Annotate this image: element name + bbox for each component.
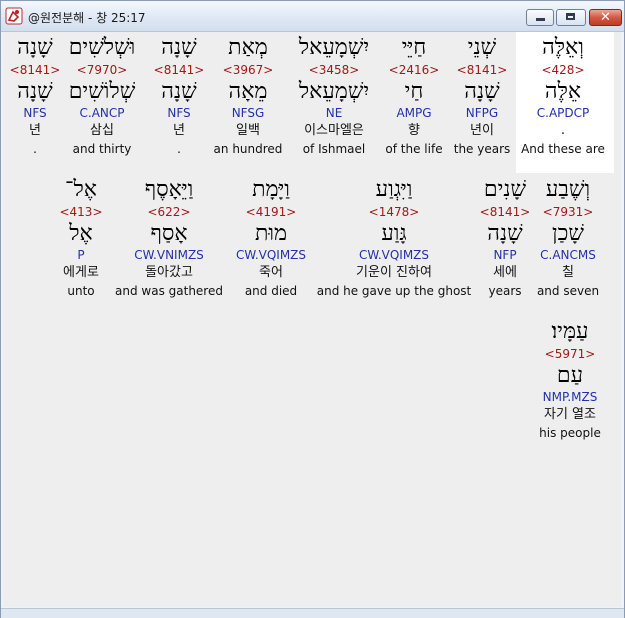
window-title: @원전분해 - 창 25:17 [28, 11, 146, 25]
close-icon: ✕ [600, 10, 611, 25]
app-window: @원전분해 - 창 25:17 ✕ וְאֵלֶּה <428> אֵלֶּה C.A… [0, 0, 625, 618]
word-column[interactable]: אֶל־ <413> אֶל P 에게로 unto [3, 177, 171, 299]
morphology-code: P [77, 248, 85, 262]
close-button[interactable]: ✕ [589, 9, 622, 26]
maximize-button[interactable] [556, 9, 586, 26]
maximize-icon [566, 13, 575, 20]
hebrew-word: אֶל־ [65, 177, 97, 202]
word-column[interactable]: עַמָּיו׃ <5971> עַם NMP.MZS 자기 열조 his people [480, 319, 621, 441]
status-bar [1, 608, 624, 618]
interlinear-panel[interactable]: וְאֵלֶּה <428> אֵלֶּה C.APDCP. And these are… [3, 32, 621, 607]
morphology-code: NFS [23, 106, 47, 120]
strong-number: <413> [59, 205, 103, 219]
strong-number: <5971> [544, 347, 596, 361]
title-bar[interactable]: @원전분해 - 창 25:17 ✕ [1, 1, 624, 32]
strong-number: <8141> [9, 63, 61, 77]
morphology-code: NMP.MZS [542, 390, 598, 404]
english-gloss: unto [67, 284, 95, 298]
korean-gloss: 년 [29, 123, 41, 138]
minimize-button[interactable] [526, 9, 554, 26]
lemma-word: עַם [556, 363, 584, 388]
english-gloss: . [33, 142, 37, 156]
word-column[interactable]: שָׁנָה <8141> שָׁנָה NFS 년. [3, 35, 125, 157]
lemma-word: שָׁנָה [17, 79, 53, 104]
english-gloss: his people [539, 426, 601, 440]
lemma-word: אֶל [69, 221, 93, 246]
minimize-icon [536, 18, 545, 21]
hebrew-word: עַמָּיו׃ [551, 319, 589, 344]
korean-gloss: 에게로 [63, 265, 99, 280]
hebrew-word: שָׁנָה [17, 35, 53, 60]
korean-gloss: 자기 열조 [544, 407, 596, 422]
bible-analysis-icon [5, 7, 23, 25]
